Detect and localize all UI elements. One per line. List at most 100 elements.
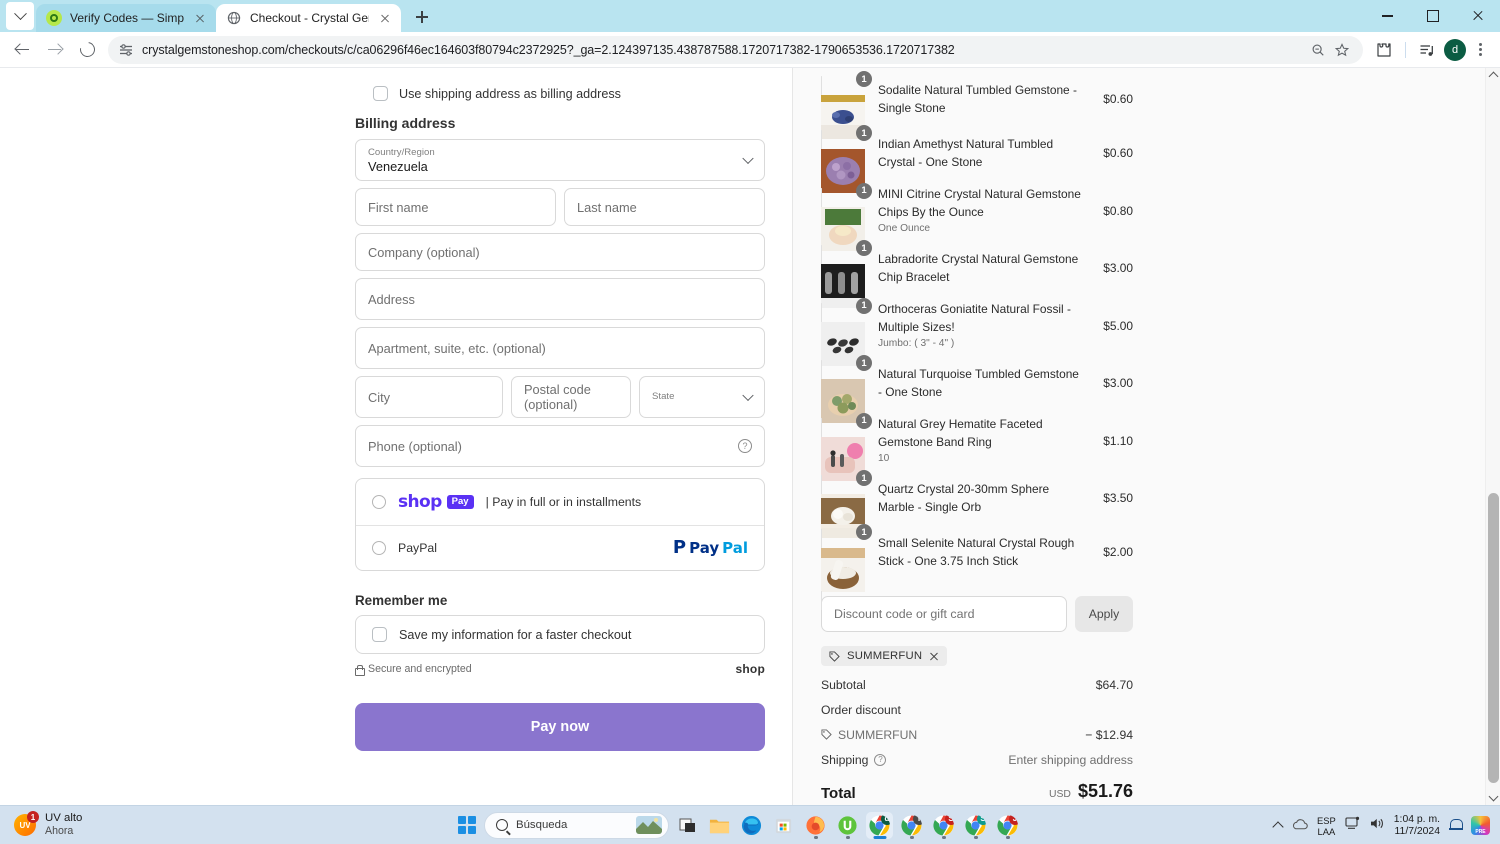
address-bar[interactable]: crystalgemstoneshop.com/checkouts/c/ca06… bbox=[108, 35, 1363, 64]
close-icon[interactable] bbox=[1455, 0, 1500, 32]
notification-toast[interactable]: UV 1 UV alto Ahora bbox=[0, 811, 455, 838]
tab-checkout[interactable]: Checkout - Crystal Gemstone Sh bbox=[216, 4, 401, 32]
cart-item-quantity-badge: 1 bbox=[856, 524, 872, 540]
state-select[interactable]: State bbox=[639, 376, 765, 418]
minimize-icon[interactable] bbox=[1365, 0, 1410, 32]
shipping-value: Enter shipping address bbox=[1008, 752, 1133, 767]
volume-icon[interactable] bbox=[1370, 817, 1385, 835]
chrome-s-red-icon[interactable]: S bbox=[930, 812, 957, 839]
tab-verify-codes[interactable]: Verify Codes — SimplyCodes bbox=[36, 4, 216, 32]
shipping-row: Shipping ? Enter shipping address bbox=[821, 753, 1133, 767]
edge-icon[interactable] bbox=[738, 812, 765, 839]
secure-label: Secure and encrypted bbox=[368, 663, 472, 675]
paypal-logo-text-1: Pay bbox=[689, 539, 720, 557]
search-placeholder: Búsqueda bbox=[516, 819, 568, 831]
maximize-icon[interactable] bbox=[1410, 0, 1455, 32]
chrome-menu-icon[interactable] bbox=[1468, 38, 1492, 62]
cart-item-thumbnail-wrap: 1 bbox=[821, 470, 872, 556]
chrome-j-icon[interactable]: J bbox=[994, 812, 1021, 839]
reload-button[interactable] bbox=[72, 35, 102, 65]
use-shipping-as-billing-label: Use shipping address as billing address bbox=[399, 86, 621, 101]
taskbar-clock[interactable]: 1:04 p. m. 11/7/2024 bbox=[1394, 814, 1440, 838]
address-input[interactable]: Address bbox=[355, 278, 765, 320]
save-info-row[interactable]: Save my information for a faster checkou… bbox=[355, 615, 765, 654]
payment-option-paypal[interactable]: PayPal P Pay Pal bbox=[356, 525, 764, 570]
city-input[interactable]: City bbox=[355, 376, 503, 418]
site-settings-icon[interactable] bbox=[118, 42, 134, 58]
page-viewport: Use shipping address as billing address … bbox=[0, 68, 1500, 805]
cart-item-name: Indian Amethyst Natural Tumbled Crystal … bbox=[878, 137, 1054, 169]
scrollbar-thumb[interactable] bbox=[1488, 493, 1499, 783]
apply-discount-button[interactable]: Apply bbox=[1075, 596, 1133, 632]
cart-item-list: 1 Sodalite Natural Tumbled Gemstone - Sin… bbox=[821, 71, 1133, 610]
notification-badge: 1 bbox=[27, 811, 39, 823]
use-shipping-as-billing-row[interactable]: Use shipping address as billing address bbox=[355, 78, 765, 111]
info-icon[interactable]: ? bbox=[874, 753, 887, 766]
cart-item-thumbnail-wrap: 1 bbox=[821, 125, 872, 211]
cart-item-details: Orthoceras Goniatite Natural Fossil - Mu… bbox=[878, 300, 1084, 351]
scroll-up-icon[interactable] bbox=[1486, 68, 1500, 83]
scroll-down-icon[interactable] bbox=[1486, 790, 1500, 805]
use-shipping-as-billing-checkbox[interactable] bbox=[373, 86, 388, 101]
chrome-s-teal-icon[interactable]: S bbox=[962, 812, 989, 839]
language-indicator[interactable]: ESP LAA bbox=[1317, 815, 1336, 837]
task-view-icon[interactable] bbox=[674, 812, 701, 839]
save-info-checkbox[interactable] bbox=[372, 627, 387, 642]
back-button[interactable] bbox=[8, 35, 38, 65]
postal-code-input[interactable]: Postal code (optional) bbox=[511, 376, 631, 418]
copilot-icon[interactable]: PRE bbox=[1471, 816, 1490, 835]
profile-avatar[interactable]: d bbox=[1444, 38, 1466, 61]
new-tab-button[interactable] bbox=[409, 4, 435, 30]
media-playlist-icon[interactable] bbox=[1412, 35, 1442, 65]
total-currency: USD bbox=[1048, 788, 1071, 800]
utorrent-icon[interactable] bbox=[834, 812, 861, 839]
show-hidden-icons-icon[interactable] bbox=[1272, 821, 1284, 833]
file-explorer-icon[interactable] bbox=[706, 812, 733, 839]
payment-option-shop-pay[interactable]: shop Pay | Pay in full or in installment… bbox=[356, 479, 764, 525]
zoom-icon[interactable] bbox=[1307, 39, 1329, 61]
paypal-radio[interactable] bbox=[372, 541, 386, 555]
close-icon[interactable] bbox=[192, 10, 208, 26]
forward-button[interactable] bbox=[40, 35, 70, 65]
country-region-select[interactable]: Country/Region Venezuela bbox=[355, 139, 765, 181]
remove-discount-icon[interactable] bbox=[929, 651, 939, 661]
pay-now-button[interactable]: Pay now bbox=[355, 703, 765, 751]
help-icon[interactable]: ? bbox=[738, 439, 752, 453]
cart-item-quantity-badge: 1 bbox=[856, 297, 872, 314]
cart-item-price: $2.00 bbox=[1103, 545, 1133, 559]
shipping-line: Shipping ? bbox=[821, 753, 887, 767]
billing-address-title: Billing address bbox=[355, 115, 456, 131]
close-icon[interactable] bbox=[377, 10, 393, 26]
cart-item-details: Sodalite Natural Tumbled Gemstone - Sing… bbox=[878, 81, 1084, 117]
taskbar-search[interactable]: Búsqueda bbox=[484, 811, 669, 839]
company-input[interactable]: Company (optional) bbox=[355, 233, 765, 271]
discount-code-input[interactable]: Discount code or gift card bbox=[821, 596, 1067, 632]
windows-start-icon[interactable] bbox=[455, 813, 479, 837]
cart-item-details: Natural Grey Hematite Faceted Gemstone B… bbox=[878, 415, 1084, 466]
apartment-input[interactable]: Apartment, suite, etc. (optional) bbox=[355, 327, 765, 369]
name-row: First name Last name bbox=[355, 188, 765, 233]
page-scrollbar[interactable] bbox=[1485, 68, 1500, 805]
extensions-icon[interactable] bbox=[1369, 35, 1399, 65]
firefox-icon[interactable] bbox=[802, 812, 829, 839]
subtotal-value: $64.70 bbox=[1095, 677, 1133, 692]
paypal-logo-text-2: Pal bbox=[722, 539, 748, 557]
last-name-input[interactable]: Last name bbox=[564, 188, 765, 226]
network-icon[interactable] bbox=[1345, 816, 1361, 835]
onedrive-icon[interactable] bbox=[1291, 817, 1308, 835]
first-name-input[interactable]: First name bbox=[355, 188, 556, 226]
shop-pay-wordmark: shop bbox=[398, 492, 442, 512]
notifications-bell-icon[interactable] bbox=[1449, 818, 1463, 833]
phone-placeholder: Phone (optional) bbox=[368, 438, 462, 454]
chrome-y-icon[interactable]: Y bbox=[898, 812, 925, 839]
tab-search-button[interactable] bbox=[6, 2, 34, 30]
phone-input[interactable]: Phone (optional) ? bbox=[355, 425, 765, 467]
chrome-icon: d bbox=[869, 814, 890, 836]
url-text: crystalgemstoneshop.com/checkouts/c/ca06… bbox=[142, 42, 955, 57]
chrome-d-icon[interactable]: d bbox=[866, 811, 893, 839]
microsoft-store-icon[interactable] bbox=[770, 812, 797, 839]
toolbar-actions: d bbox=[1369, 35, 1492, 65]
bookmark-star-icon[interactable] bbox=[1331, 39, 1353, 61]
simplycodes-icon bbox=[46, 10, 62, 26]
shop-pay-radio[interactable] bbox=[372, 495, 386, 509]
